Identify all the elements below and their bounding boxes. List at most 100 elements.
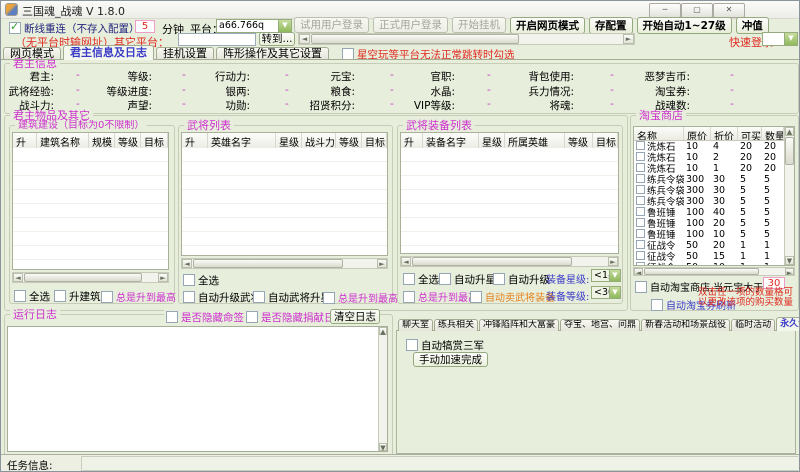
checkbox-box[interactable] <box>183 274 195 286</box>
reconnect-checkbox-box[interactable] <box>9 22 21 34</box>
heroes-auto-level-checkbox[interactable]: 自动升级武将 <box>183 290 261 305</box>
close-icon[interactable]: ✕ <box>713 3 745 18</box>
heroes-auto-star-checkbox[interactable]: 自动武将升星 <box>253 290 331 305</box>
shop-item-row[interactable]: 洗炼石1012020 <box>634 163 784 174</box>
scrollbar-thumb[interactable] <box>412 257 572 266</box>
building-select-all-checkbox[interactable]: 全选 <box>14 289 50 304</box>
formal-login-button[interactable]: 正式用户登录 <box>373 17 448 33</box>
equip-star-filter-select[interactable]: <1星 ▼ <box>591 269 621 282</box>
scroll-right-icon[interactable]: ► <box>785 268 794 275</box>
shop-item-row[interactable]: 征战令501511 <box>634 251 784 262</box>
shop-item-checkbox[interactable] <box>636 229 645 238</box>
equip-level-filter-select[interactable]: <30级 ▼ <box>591 286 621 299</box>
chevron-down-icon[interactable]: ▼ <box>609 270 620 281</box>
open-web-mode-button[interactable]: 开启网页模式 <box>510 17 585 34</box>
manual-accelerate-button[interactable]: 手动加速完成 <box>413 352 488 367</box>
chevron-down-icon[interactable]: ▼ <box>784 33 797 45</box>
scroll-right-icon[interactable]: ► <box>158 273 168 282</box>
trial-login-button[interactable]: 试用用户登录 <box>294 17 369 33</box>
scroll-down-icon[interactable]: ▼ <box>379 443 387 451</box>
quick-login-select[interactable]: ▼ <box>762 32 798 46</box>
heroes-table-body[interactable] <box>182 148 387 255</box>
checkbox-box[interactable] <box>403 273 415 285</box>
checkbox-box[interactable] <box>246 311 258 323</box>
reconnect-minutes-field[interactable]: 5 <box>135 20 155 33</box>
equipment-always-max-checkbox[interactable]: 总是升到最高 <box>403 289 478 304</box>
scroll-up-icon[interactable]: ▲ <box>379 327 387 335</box>
scroll-right-icon[interactable]: ► <box>377 259 387 268</box>
maximize-icon[interactable]: ▢ <box>681 3 713 18</box>
checkbox-box[interactable] <box>403 291 415 303</box>
shop-item-checkbox[interactable] <box>636 207 645 216</box>
shop-item-row[interactable]: 洗炼石1022020 <box>634 152 784 163</box>
platform-select[interactable]: a66.766q ▼ <box>216 19 292 33</box>
building-table-body[interactable] <box>13 148 168 269</box>
shop-item-row[interactable]: 鲁班锤1004055 <box>634 207 784 218</box>
scroll-left-icon[interactable]: ◄ <box>182 259 192 268</box>
shop-item-checkbox[interactable] <box>636 163 645 172</box>
scrollbar-thumb[interactable] <box>644 268 759 275</box>
shop-item-row[interactable]: 征战令501011 <box>634 262 784 265</box>
scrollbar-thumb[interactable] <box>311 34 519 44</box>
tab-main-2[interactable]: 君主信息及日志 <box>63 45 154 60</box>
scroll-left-icon[interactable]: ◄ <box>401 257 411 266</box>
building-hscrollbar[interactable]: ◄ ► <box>12 272 169 283</box>
minimize-icon[interactable]: ─ <box>649 3 681 18</box>
shop-item-checkbox[interactable] <box>636 185 645 194</box>
equipment-table-body[interactable] <box>401 148 618 253</box>
equipment-auto-star-checkbox[interactable]: 自动升星 <box>439 272 496 287</box>
scroll-left-icon[interactable]: ◄ <box>299 34 310 44</box>
auto-level-button[interactable]: 开始自动1~27级 <box>637 17 732 34</box>
shop-item-row[interactable]: 鲁班锤1001055 <box>634 229 784 240</box>
auto-reward-checkbox[interactable]: 自动犒赏三军 <box>406 338 484 353</box>
top-horizontal-scrollbar[interactable]: ◄ ► <box>298 33 635 45</box>
shop-item-checkbox[interactable] <box>636 262 645 265</box>
building-upgrade-checkbox[interactable]: 升建筑 <box>54 289 101 304</box>
shop-item-checkbox[interactable] <box>636 251 645 260</box>
equipment-hscrollbar[interactable]: ◄ ► <box>400 256 619 267</box>
checkbox-box[interactable] <box>54 290 66 302</box>
shop-item-checkbox[interactable] <box>636 240 645 249</box>
checkbox-box[interactable] <box>493 273 505 285</box>
shop-item-checkbox[interactable] <box>636 152 645 161</box>
checkbox-box[interactable] <box>406 339 418 351</box>
shop-item-checkbox[interactable] <box>636 218 645 227</box>
shop-item-row[interactable]: 征战令502011 <box>634 240 784 251</box>
shop-vscrollbar[interactable]: ▲ ▼ <box>784 127 794 265</box>
shop-item-checkbox[interactable] <box>636 174 645 183</box>
checkbox-box[interactable] <box>651 299 663 311</box>
shop-item-row[interactable]: 练兵令袋子3003055 <box>634 185 784 196</box>
save-config-button[interactable]: 存配置 <box>589 17 633 34</box>
shop-item-row[interactable]: 练兵令袋子3003055 <box>634 196 784 207</box>
scroll-up-icon[interactable]: ▲ <box>785 127 794 136</box>
clear-log-button[interactable]: 清空日志 <box>330 309 380 324</box>
checkbox-box[interactable] <box>253 291 265 303</box>
log-textarea[interactable] <box>7 326 388 452</box>
goto-button[interactable]: 转到... <box>259 32 295 46</box>
scrollbar-thumb[interactable] <box>193 259 343 268</box>
scroll-down-icon[interactable]: ▼ <box>785 256 794 265</box>
start-hang-button[interactable]: 开始挂机 <box>452 17 506 33</box>
checkbox-box[interactable] <box>101 291 113 303</box>
shop-item-row[interactable]: 练兵令袋子3003055 <box>634 174 784 185</box>
scrollbar-thumb[interactable] <box>785 137 794 165</box>
heroes-select-all-checkbox[interactable]: 全选 <box>183 273 219 288</box>
scroll-left-icon[interactable]: ◄ <box>634 268 643 275</box>
shop-item-row[interactable]: 洗炼石1042020 <box>634 141 784 152</box>
checkbox-box[interactable] <box>14 290 26 302</box>
shop-item-checkbox[interactable] <box>636 196 645 205</box>
checkbox-box[interactable] <box>439 273 451 285</box>
shop-item-checkbox[interactable] <box>636 141 645 150</box>
log-vscrollbar[interactable]: ▲ ▼ <box>378 327 387 451</box>
building-always-max-checkbox[interactable]: 总是升到最高 <box>101 289 176 304</box>
scroll-right-icon[interactable]: ► <box>623 34 634 44</box>
equipment-auto-level-checkbox[interactable]: 自动升级 <box>493 272 550 287</box>
checkbox-box[interactable] <box>323 292 335 304</box>
checkbox-box[interactable] <box>470 291 482 303</box>
checkbox-box[interactable] <box>166 311 178 323</box>
scroll-left-icon[interactable]: ◄ <box>13 273 23 282</box>
shop-hscrollbar[interactable]: ◄ ► <box>633 267 795 276</box>
shop-item-row[interactable]: 鲁班锤1002055 <box>634 218 784 229</box>
equipment-select-all-checkbox[interactable]: 全选 <box>403 272 439 287</box>
tab-activity-7[interactable]: 永久活动 <box>776 317 800 331</box>
